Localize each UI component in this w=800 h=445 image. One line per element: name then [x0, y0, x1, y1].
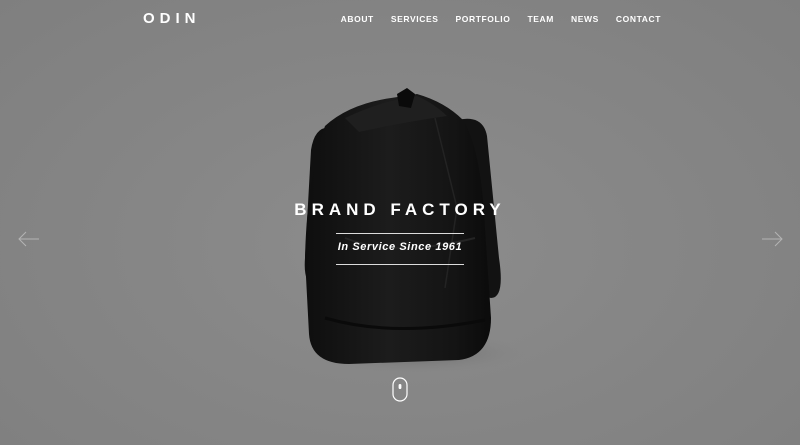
nav-item-about[interactable]: ABOUT: [341, 14, 374, 24]
nav-item-services[interactable]: SERVICES: [391, 14, 439, 24]
arrow-left-icon[interactable]: [18, 231, 40, 247]
site-header: ODIN ABOUT SERVICES PORTFOLIO TEAM NEWS …: [0, 0, 800, 40]
nav-item-team[interactable]: TEAM: [527, 14, 553, 24]
nav-item-contact[interactable]: CONTACT: [616, 14, 661, 24]
site-logo[interactable]: ODIN: [143, 10, 201, 27]
nav-item-news[interactable]: NEWS: [571, 14, 599, 24]
hero-subtitle: In Service Since 1961: [337, 241, 463, 253]
mouse-scroll-icon[interactable]: [392, 377, 408, 402]
hero-divider-top: [336, 233, 464, 234]
hero-page: ODIN ABOUT SERVICES PORTFOLIO TEAM NEWS …: [0, 0, 800, 445]
nav-item-portfolio[interactable]: PORTFOLIO: [456, 14, 511, 24]
hero-title: BRAND FACTORY: [294, 200, 506, 219]
main-nav: ABOUT SERVICES PORTFOLIO TEAM NEWS CONTA…: [324, 14, 661, 24]
arrow-right-icon[interactable]: [761, 231, 783, 247]
hero-divider-bottom: [336, 264, 464, 265]
